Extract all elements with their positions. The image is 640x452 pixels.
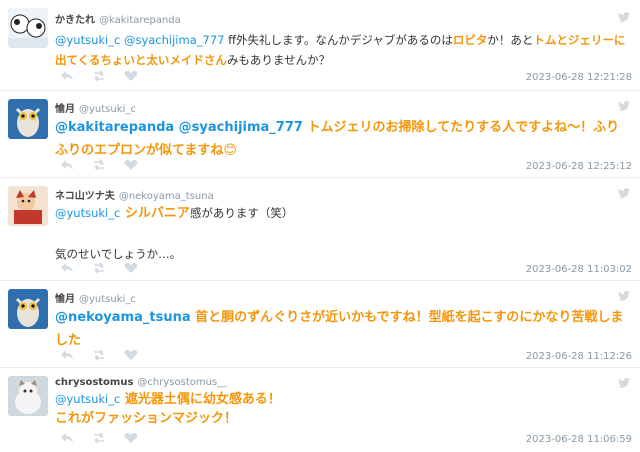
retweet-icon[interactable] bbox=[92, 70, 106, 82]
mention-link[interactable]: @yutsuki_c bbox=[55, 392, 120, 406]
heart-icon[interactable] bbox=[124, 70, 138, 82]
tweet-text-line2: これがファッションマジック！ bbox=[55, 411, 238, 426]
text-span: ff外失礼します。なんかデジャブがあるのは bbox=[224, 33, 453, 47]
author-handle[interactable]: @yutsuki_c bbox=[79, 104, 136, 115]
retweet-icon[interactable] bbox=[92, 262, 106, 274]
avatar[interactable] bbox=[8, 8, 48, 48]
tweet-actions bbox=[60, 349, 138, 361]
bird-icon bbox=[618, 101, 630, 111]
text-span: 感があります（笑） bbox=[189, 206, 294, 220]
tweet-text: @yutsuki_c @syachijima_777 ff外失礼します。なんかデ… bbox=[55, 30, 632, 70]
heart-icon[interactable] bbox=[124, 349, 138, 361]
tweet: かきたれ @kakitarepanda @yutsuki_c @syachijim… bbox=[0, 0, 640, 91]
tweet-actions bbox=[60, 159, 138, 171]
author-name[interactable]: chrysostomus bbox=[55, 377, 133, 388]
bird-icon bbox=[618, 188, 630, 198]
reply-icon[interactable] bbox=[60, 432, 74, 444]
mention-link[interactable]: @yutsuki_c bbox=[55, 206, 120, 220]
timestamp[interactable]: 2023-06-28 12:25:12 bbox=[526, 161, 632, 172]
reply-icon[interactable] bbox=[60, 349, 74, 361]
highlight-span: ロビタ bbox=[452, 33, 488, 47]
mention-link[interactable]: @nekoyama_tsuna bbox=[55, 310, 191, 325]
avatar[interactable] bbox=[8, 99, 48, 139]
author-name[interactable]: ネコ山ツナ夫 bbox=[55, 191, 115, 202]
reply-icon[interactable] bbox=[60, 159, 74, 171]
heart-icon[interactable] bbox=[124, 159, 138, 171]
author-handle[interactable]: @nekoyama_tsuna bbox=[119, 191, 214, 202]
tweet-text-line2: 気のせいでしょうか…。 bbox=[55, 247, 182, 261]
avatar[interactable] bbox=[8, 289, 48, 329]
timestamp[interactable]: 2023-06-28 11:06:59 bbox=[526, 434, 632, 445]
reply-icon[interactable] bbox=[60, 262, 74, 274]
tweet-header: chrysostomus @chrysostomus__ bbox=[55, 377, 227, 388]
author-handle[interactable]: @kakitarepanda bbox=[99, 15, 181, 26]
tweet-header: 愉月 @yutsuki_c bbox=[55, 100, 136, 115]
tweet-text: @yutsuki_c シルバニア感があります（笑） 気のせいでしょうか…。 bbox=[55, 203, 632, 264]
tweet-timeline: かきたれ @kakitarepanda @yutsuki_c @syachijim… bbox=[0, 0, 640, 452]
author-name[interactable]: かきたれ bbox=[55, 15, 95, 26]
tweet-text: @nekoyama_tsuna 首と胴のずんぐりさが近いかもですね！型紙を起こす… bbox=[55, 306, 632, 352]
avatar[interactable] bbox=[8, 376, 48, 416]
tweet-actions bbox=[60, 262, 138, 274]
mention-link[interactable]: @yutsuki_c @syachijima_777 bbox=[55, 33, 224, 47]
avatar[interactable] bbox=[8, 186, 48, 226]
tweet: chrysostomus @chrysostomus__ @yutsuki_c 遮… bbox=[0, 368, 640, 452]
author-handle[interactable]: @chrysostomus__ bbox=[137, 377, 227, 388]
heart-icon[interactable] bbox=[124, 432, 138, 444]
retweet-icon[interactable] bbox=[92, 159, 106, 171]
text-span: みもありませんか？ bbox=[226, 53, 331, 67]
author-handle[interactable]: @yutsuki_c bbox=[79, 294, 136, 305]
author-name[interactable]: 愉月 bbox=[55, 294, 75, 305]
bird-icon bbox=[618, 291, 630, 301]
bird-icon bbox=[618, 12, 630, 22]
timestamp[interactable]: 2023-06-28 11:12:26 bbox=[526, 351, 632, 362]
retweet-icon[interactable] bbox=[92, 432, 106, 444]
mention-link[interactable]: @kakitarepanda @syachijima_777 bbox=[55, 120, 303, 135]
author-name[interactable]: 愉月 bbox=[55, 104, 75, 115]
timestamp[interactable]: 2023-06-28 12:21:28 bbox=[526, 72, 632, 83]
tweet-text: @kakitarepanda @syachijima_777 トムジェリのお掃除… bbox=[55, 116, 632, 162]
highlight-span: 遮光器土偶に幼女感ある！ bbox=[120, 392, 281, 407]
bird-icon bbox=[618, 378, 630, 388]
highlight-span: シルバニア bbox=[120, 206, 190, 221]
tweet-actions bbox=[60, 432, 138, 444]
tweet-header: ネコ山ツナ夫 @nekoyama_tsuna bbox=[55, 187, 214, 202]
heart-icon[interactable] bbox=[124, 262, 138, 274]
timestamp[interactable]: 2023-06-28 11:03:02 bbox=[526, 264, 632, 275]
tweet-actions bbox=[60, 70, 138, 82]
text-span: か！あと bbox=[487, 33, 534, 47]
tweet: ネコ山ツナ夫 @nekoyama_tsuna @yutsuki_c シルバニア感が… bbox=[0, 178, 640, 281]
tweet-text: @yutsuki_c 遮光器土偶に幼女感ある！ これがファッションマジック！ bbox=[55, 390, 632, 428]
tweet: 愉月 @yutsuki_c @nekoyama_tsuna 首と胴のずんぐりさが近… bbox=[0, 281, 640, 368]
tweet: 愉月 @yutsuki_c @kakitarepanda @syachijima_… bbox=[0, 91, 640, 178]
reply-icon[interactable] bbox=[60, 70, 74, 82]
retweet-icon[interactable] bbox=[92, 349, 106, 361]
tweet-header: 愉月 @yutsuki_c bbox=[55, 290, 136, 305]
tweet-header: かきたれ @kakitarepanda bbox=[55, 11, 181, 26]
